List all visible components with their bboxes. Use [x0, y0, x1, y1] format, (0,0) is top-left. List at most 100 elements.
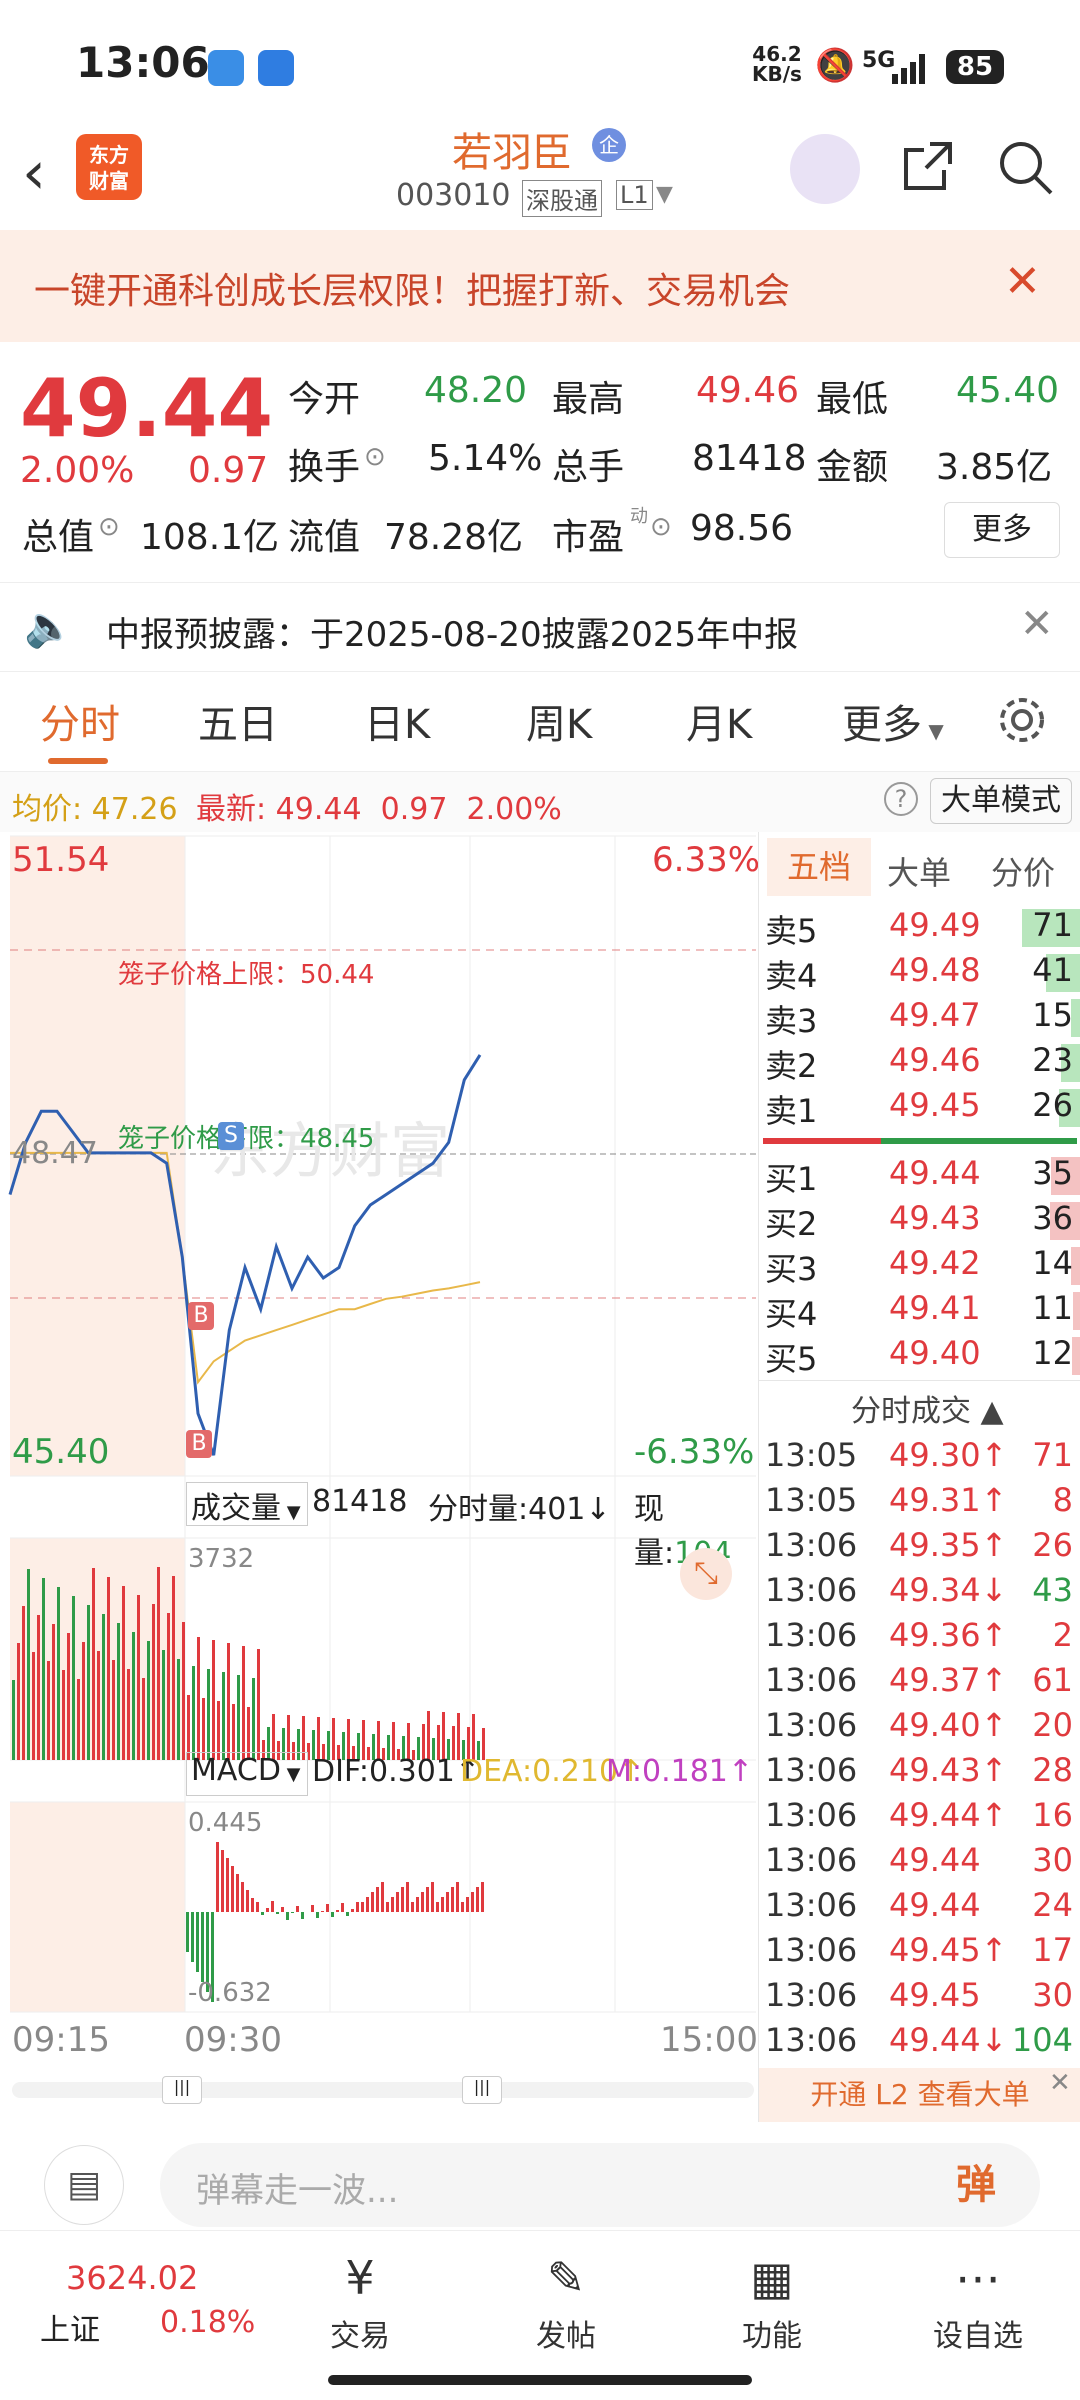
buy-level-row[interactable]: 买2 49.43 36 — [759, 1199, 1080, 1244]
danmu-send-icon[interactable]: 弹 — [940, 2149, 1012, 2221]
tab-5day[interactable]: 五日 — [198, 692, 278, 750]
buy-level-row[interactable]: 买3 49.42 14 — [759, 1244, 1080, 1289]
nav-functions[interactable]: ▦ 功能 — [702, 2251, 842, 2355]
volume-bar — [157, 1567, 160, 1760]
volume-bar — [227, 1643, 230, 1760]
macd-bar — [311, 1905, 314, 1912]
trades-title[interactable]: 分时成交 ▲ — [851, 1386, 1004, 1430]
latest-price: 最新: 49.44 0.97 2.00% — [196, 792, 562, 827]
tab-weekly[interactable]: 周K — [526, 692, 592, 750]
pe-superscript: 动 — [630, 506, 648, 527]
tab-large-orders[interactable]: 大单 — [887, 848, 951, 894]
buy-level-row[interactable]: 买1 49.44 35 — [759, 1154, 1080, 1199]
buy-marker[interactable]: B — [188, 1302, 214, 1330]
macd-bar — [241, 1882, 244, 1912]
buy-marker[interactable]: B — [186, 1430, 212, 1458]
info-icon[interactable]: ⊙ — [650, 512, 672, 542]
avg-price: 均价: 47.26 — [12, 792, 178, 827]
sell-level-row[interactable]: 卖3 49.47 15 — [759, 996, 1080, 1041]
max-price-label: 51.54 — [12, 840, 110, 880]
assistant-avatar[interactable] — [790, 134, 860, 204]
open-label: 今开 — [288, 379, 361, 420]
tab-daily[interactable]: 日K — [364, 692, 430, 750]
macd-min-label: -0.632 — [188, 1978, 272, 2008]
index-pct[interactable]: 0.18% — [160, 2305, 255, 2340]
close-icon[interactable]: ✕ — [1020, 601, 1054, 647]
volume-bar — [167, 1613, 170, 1760]
volume-bar — [257, 1649, 260, 1760]
nav-watchlist[interactable]: ⋯ 设自选 — [908, 2251, 1048, 2355]
amount-value: 3.85亿 — [936, 447, 1053, 488]
volume-bar — [22, 1606, 25, 1760]
trade-volume: 16 — [1032, 1796, 1073, 1834]
macd-bar — [426, 1887, 429, 1912]
danmu-settings-icon[interactable]: ▤ — [44, 2145, 124, 2225]
volume-bar — [87, 1605, 90, 1760]
sell-level-row[interactable]: 卖4 49.48 41 — [759, 951, 1080, 996]
macd-bar — [351, 1909, 354, 1912]
settings-gear-icon[interactable] — [996, 694, 1048, 746]
exchange-tag: 深股通 — [522, 180, 602, 217]
nav-trade[interactable]: ¥ 交易 — [290, 2251, 430, 2355]
macd-bar — [246, 1890, 249, 1912]
mktcap-label: 总值 — [22, 517, 95, 558]
help-icon[interactable]: ? — [884, 782, 918, 816]
time-range-slider[interactable]: ||| ||| — [12, 2076, 754, 2104]
tab-more[interactable]: 更多 ▼ — [842, 692, 944, 750]
l2-upgrade-link[interactable]: 开通 L2 查看大单 — [759, 2068, 1080, 2122]
index-value[interactable]: 3624.02 — [66, 2259, 198, 2297]
tab-five-levels[interactable]: 五档 — [767, 838, 871, 896]
home-indicator — [328, 2375, 752, 2385]
sell-marker[interactable]: S — [218, 1122, 244, 1150]
danmu-bar: ▤ 弹幕走一波... 弹 — [0, 2125, 1080, 2235]
volume-bar — [187, 1695, 190, 1760]
macd-indicator-select[interactable]: MACD ▼ — [186, 1752, 308, 1796]
level-label: 卖2 — [765, 1047, 818, 1085]
mktcap-value: 108.1亿 — [140, 517, 280, 558]
low-label: 最低 — [816, 379, 889, 420]
intraday-chart[interactable]: 东方财富 51.54 6.33% 笼子价格上限：50.44 笼子价格下限：48.… — [0, 832, 760, 2122]
slider-handle-left[interactable]: ||| — [162, 2076, 202, 2104]
tab-price-split[interactable]: 分价 — [991, 848, 1055, 894]
danmu-input[interactable]: 弹幕走一波... 弹 — [160, 2143, 1040, 2227]
share-icon[interactable] — [900, 138, 956, 194]
promo-banner[interactable]: 一键开通科创成长层权限！把握打新、交易机会 ✕ — [0, 230, 1080, 342]
sell-level-row[interactable]: 卖1 49.45 26 — [759, 1086, 1080, 1131]
info-icon[interactable]: ⊙ — [98, 512, 120, 542]
index-name[interactable]: 上证 — [40, 2305, 100, 2349]
search-icon[interactable] — [996, 138, 1056, 198]
trade-price: 49.37↑ — [889, 1661, 1008, 1699]
close-icon[interactable]: ✕ — [1004, 256, 1041, 307]
buy-level-row[interactable]: 买4 49.41 11 — [759, 1289, 1080, 1334]
trade-price: 49.44 — [889, 1841, 981, 1879]
volume-indicator-select[interactable]: 成交量 ▼ — [186, 1482, 308, 1526]
volume-bar — [132, 1632, 135, 1760]
level-price: 49.43 — [889, 1199, 981, 1237]
back-icon[interactable]: ‹ — [22, 138, 46, 208]
quote-panel: 49.44 2.00% 0.97 今开 48.20 最高 49.46 最低 45… — [0, 342, 1080, 582]
trade-row: 13:05 49.31↑ 8 — [759, 1481, 1080, 1526]
sell-level-row[interactable]: 卖5 49.49 71 — [759, 906, 1080, 951]
more-button[interactable]: 更多 — [944, 502, 1060, 558]
large-order-mode-button[interactable]: 大单模式 — [930, 778, 1072, 824]
macd-bar — [461, 1902, 464, 1912]
close-icon[interactable]: ✕ — [1049, 2068, 1071, 2098]
macd-bar — [201, 1912, 204, 1982]
info-icon[interactable]: ⊙ — [364, 442, 386, 472]
chart-canvas[interactable]: 东方财富 — [0, 832, 758, 2122]
buy-level-row[interactable]: 买5 49.40 12 — [759, 1334, 1080, 1379]
pre-market-area — [10, 1802, 185, 2012]
nav-post[interactable]: ✎ 发帖 — [496, 2251, 636, 2355]
tab-intraday[interactable]: 分时 — [40, 692, 120, 750]
amount-label: 金额 — [816, 447, 889, 488]
macd-bar — [286, 1912, 289, 1920]
tab-monthly[interactable]: 月K — [686, 692, 752, 750]
notice-bar[interactable]: 🔈 中报预披露：于2025-08-20披露2025年中报 ✕ — [0, 582, 1080, 672]
sell-level-row[interactable]: 卖2 49.46 23 — [759, 1041, 1080, 1086]
trade-volume: 26 — [1032, 1526, 1073, 1564]
slider-handle-right[interactable]: ||| — [462, 2076, 502, 2104]
trade-volume: 20 — [1032, 1706, 1073, 1744]
expand-icon[interactable]: ⤡ — [680, 1548, 732, 1600]
chevron-down-icon[interactable]: ▼ — [656, 182, 673, 207]
level-label: 买3 — [765, 1250, 818, 1288]
